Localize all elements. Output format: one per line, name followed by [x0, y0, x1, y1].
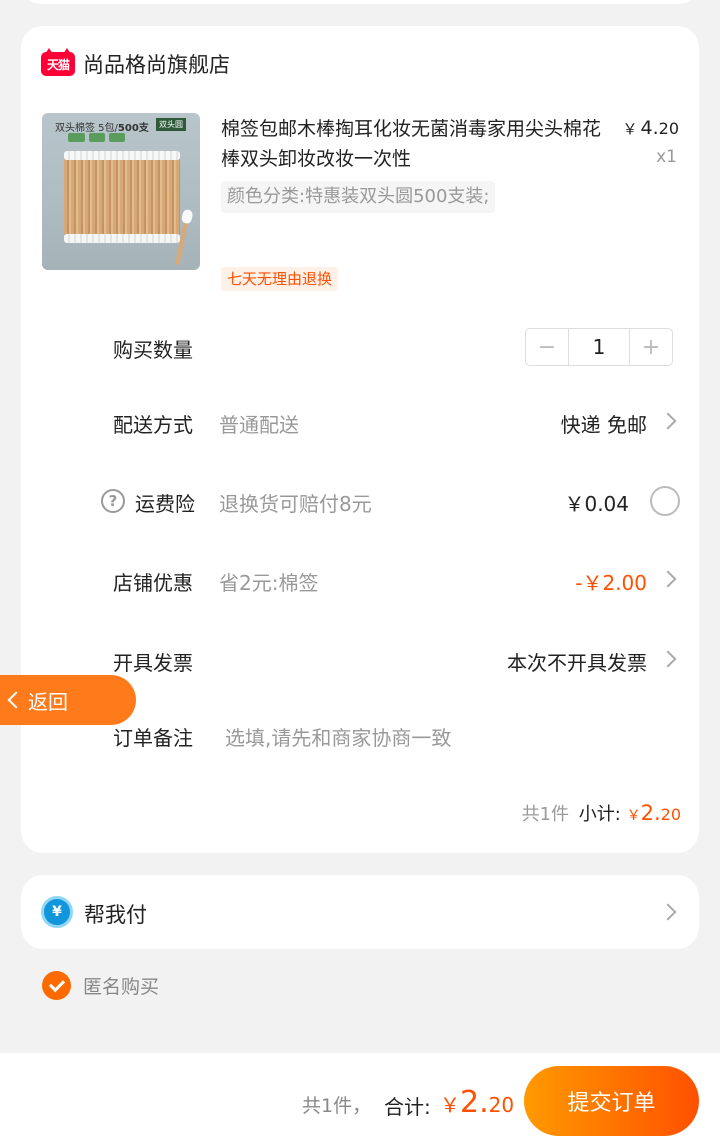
- invoice-value: 本次不开具发票: [507, 651, 647, 675]
- total-dec: 20: [488, 1093, 515, 1117]
- quantity-stepper: − 1 +: [525, 328, 673, 366]
- quantity-row: 购买数量 − 1 +: [21, 327, 699, 367]
- image-chip: [109, 133, 125, 142]
- subtotal-int: 2.: [640, 801, 661, 825]
- invoice-row[interactable]: 开具发票 本次不开具发票: [21, 640, 699, 680]
- chevron-left-icon: [7, 691, 25, 709]
- return-policy-badge: 七天无理由退换: [221, 267, 339, 291]
- delivery-sub: 普通配送: [219, 413, 299, 437]
- product-price: ￥ 4.20: [622, 117, 679, 139]
- total-currency: ￥: [440, 1093, 460, 1117]
- subtotal-currency: ￥: [626, 808, 641, 824]
- delivery-row[interactable]: 配送方式 普通配送 快递 免邮: [21, 402, 699, 442]
- chevron-right-icon: [659, 650, 677, 668]
- remark-input[interactable]: 选填,请先和商家协商一致: [225, 722, 451, 751]
- checkbox-checked-icon[interactable]: [42, 971, 71, 1000]
- help-icon[interactable]: ?: [101, 489, 125, 513]
- insurance-price: ￥0.04: [564, 492, 629, 516]
- remark-label: 订单备注: [113, 726, 193, 750]
- total-int: 2.: [460, 1085, 489, 1120]
- submit-order-button[interactable]: 提交订单: [524, 1066, 699, 1136]
- subtotal-count: 共1件: [521, 804, 570, 825]
- back-label: 返回: [28, 689, 68, 714]
- chevron-right-icon: [659, 412, 677, 430]
- delivery-label: 配送方式: [113, 413, 193, 437]
- image-chip: [68, 133, 86, 142]
- price-int: 4.: [640, 117, 659, 139]
- yen-coin-icon: ¥: [41, 896, 73, 928]
- decrement-button[interactable]: −: [526, 329, 568, 365]
- total-label: 合计:: [384, 1095, 431, 1119]
- store-header[interactable]: 天猫 尚品格尚旗舰店: [41, 48, 230, 78]
- product-quantity: x1: [656, 147, 677, 167]
- insurance-radio[interactable]: [650, 486, 680, 516]
- discount-value: -￥2.00: [575, 571, 647, 595]
- chevron-right-icon: [659, 570, 677, 588]
- tmall-logo-icon: 天猫: [41, 48, 75, 76]
- subtotal-label: 小计:: [578, 804, 621, 825]
- insurance-label: 运费险: [135, 492, 195, 516]
- back-button[interactable]: 返回: [0, 675, 136, 725]
- anonymous-purchase[interactable]: 匿名购买: [42, 971, 159, 1000]
- cotton-swab-bundle: [64, 151, 180, 243]
- quantity-value[interactable]: 1: [568, 329, 630, 365]
- delivery-value: 快递 免邮: [560, 413, 647, 437]
- product-title[interactable]: 棉签包邮木棒掏耳化妆无菌消毒家用尖头棉花棒双头卸妆改妆一次性: [221, 114, 605, 174]
- total-amount: ￥2.20: [440, 1085, 514, 1120]
- invoice-label: 开具发票: [113, 651, 193, 675]
- subtotal-dec: 20: [660, 805, 681, 824]
- store-name: 尚品格尚旗舰店: [83, 53, 230, 77]
- price-currency: ￥: [622, 120, 638, 138]
- sku-selection[interactable]: 颜色分类:特惠装双头圆500支装;: [221, 181, 496, 213]
- insurance-sub: 退换货可赔付8元: [219, 492, 372, 516]
- checkout-bar: 共1件， 合计: ￥2.20 提交订单: [0, 1053, 720, 1148]
- pay-for-me-label: 帮我付: [84, 903, 147, 927]
- chevron-right-icon: [659, 903, 677, 921]
- image-tag: 双头圆: [156, 118, 186, 131]
- previous-card-edge: [21, 0, 699, 4]
- total-count: 共1件，: [302, 1095, 372, 1117]
- order-card: 天猫 尚品格尚旗舰店 双头棉签 5包/500支 双头圆 棉签包邮木棒掏耳化妆无菌…: [21, 26, 699, 853]
- image-chip: [89, 133, 105, 142]
- quantity-label: 购买数量: [113, 338, 193, 362]
- increment-button[interactable]: +: [630, 329, 672, 365]
- shipping-insurance-row: ? 运费险 退换货可赔付8元 ￥0.04: [21, 481, 699, 521]
- store-discount-row[interactable]: 店铺优惠 省2元:棉签 -￥2.00: [21, 560, 699, 600]
- discount-sub: 省2元:棉签: [219, 571, 319, 595]
- subtotal-amount: ￥2.20: [626, 801, 681, 825]
- product-image[interactable]: 双头棉签 5包/500支 双头圆: [42, 113, 200, 270]
- image-chips: [68, 133, 125, 142]
- subtotal: 共1件 小计: ￥2.20: [522, 800, 681, 826]
- discount-label: 店铺优惠: [113, 571, 193, 595]
- price-dec: 20: [658, 119, 679, 138]
- anonymous-purchase-label: 匿名购买: [83, 976, 160, 998]
- pay-for-me-card[interactable]: ¥ 帮我付: [21, 875, 699, 949]
